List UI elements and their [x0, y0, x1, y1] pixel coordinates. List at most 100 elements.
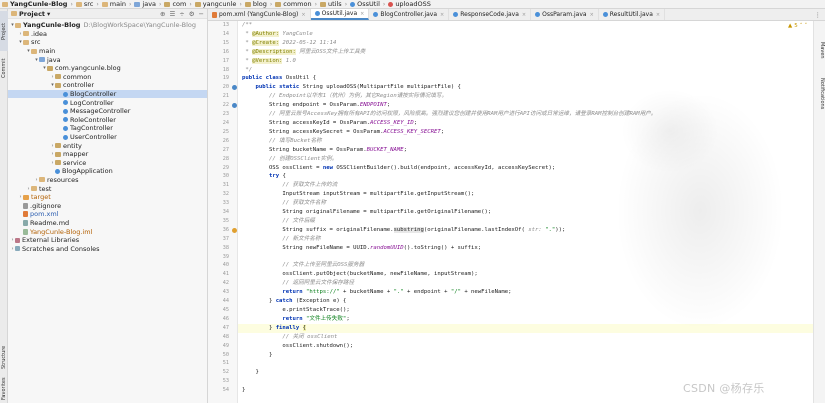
gutter-marker-icon[interactable]	[232, 227, 237, 233]
tab-resultutil-java[interactable]: ResultUtil.java ×	[599, 9, 666, 20]
breadcrumb-item-ossutil[interactable]: OssUtil	[348, 0, 382, 8]
close-icon[interactable]: ×	[360, 11, 364, 17]
tree-item-pom-xml[interactable]: pom.xml	[8, 210, 207, 219]
hide-icon[interactable]: −	[199, 10, 204, 18]
line-number: 30	[222, 173, 229, 180]
tree-item-entity[interactable]: › entity	[8, 141, 207, 150]
line-number: 32	[222, 191, 229, 198]
tree-item-main[interactable]: ▾ main	[8, 47, 207, 56]
class-icon	[314, 11, 320, 16]
md-icon	[23, 219, 28, 226]
code-token: ;	[403, 146, 408, 153]
tree-item-label: UserController	[70, 133, 117, 142]
line-number: 18	[222, 66, 229, 73]
cls-icon	[63, 125, 68, 131]
tree-item-com-yangcunle-blog[interactable]: ▾ com.yangcunle.blog	[8, 64, 207, 73]
line-number: 28	[222, 155, 229, 162]
close-icon[interactable]: ×	[522, 12, 526, 18]
tab-label: pom.xml (YangCunle-Blog)	[219, 11, 299, 18]
project-tool-tab[interactable]: Project	[0, 11, 8, 51]
tree-item-src[interactable]: ▾ src	[8, 38, 207, 47]
breadcrumb-item-blog[interactable]: blog	[243, 0, 269, 8]
tab-list-icon[interactable]: ⋮	[815, 11, 822, 19]
tree-item-gitignore[interactable]: .gitignore	[8, 201, 207, 210]
editor-gutter: 13 14 15 16 17 18 19 20 21 22 23 24 25 26 27 28 29 30 31 32…	[208, 21, 238, 403]
code-token: */	[242, 66, 253, 73]
tree-item-yangcunle-blog-iml[interactable]: YangCunle-Blog.iml	[8, 227, 207, 236]
gear-icon[interactable]: ⚙	[189, 10, 195, 18]
code-token: finally	[275, 324, 303, 331]
tree-item-resources[interactable]: › resources	[8, 176, 207, 185]
close-icon[interactable]: ×	[301, 12, 305, 18]
structure-tool-tab[interactable]: Structure	[0, 339, 8, 375]
breadcrumb-item-common[interactable]: common	[273, 0, 313, 8]
chevron-up-icon[interactable]: ˄	[800, 23, 803, 29]
tree-item-scratches-and-consoles[interactable]: › Scratches and Consoles	[8, 244, 207, 253]
breadcrumb-item-yangcunle-blog[interactable]: YangCunle-Blog	[0, 0, 69, 8]
code-token: String bucketName = OssParam.	[242, 146, 367, 153]
breadcrumb-item-utils[interactable]: utils	[318, 0, 344, 8]
tree-item-external-libraries[interactable]: › External Libraries	[8, 236, 207, 245]
tree-item-target[interactable]: › target	[8, 193, 207, 202]
close-icon[interactable]: ×	[656, 12, 660, 18]
tree-item-readme-md[interactable]: Readme.md	[8, 219, 207, 228]
tree-item-service[interactable]: › service	[8, 159, 207, 168]
favorites-tool-tab[interactable]: Favorites	[0, 375, 8, 403]
tab-pom-xml-yangcunle-blog[interactable]: pom.xml (YangCunle-Blog) ×	[208, 9, 311, 20]
commit-tool-tab[interactable]: Commit	[0, 53, 8, 83]
tree-item-test[interactable]: › test	[8, 184, 207, 193]
breadcrumb-item-com[interactable]: com	[162, 0, 188, 8]
code-token: e.printStackTrace();	[242, 307, 350, 313]
chevron-down-icon[interactable]: ˅	[804, 23, 807, 29]
project-panel-title[interactable]: Project	[19, 10, 45, 18]
breadcrumb-item-java[interactable]: java	[132, 0, 158, 8]
tree-item-logcontroller[interactable]: LogController	[8, 98, 207, 107]
tab-responsecode-java[interactable]: ResponseCode.java ×	[449, 9, 532, 20]
code-token: ossClient.putObject(bucketName, newFileN…	[242, 271, 478, 278]
line-number: 22	[208, 101, 237, 110]
folder-blue-icon	[134, 1, 141, 7]
line-number: 38	[222, 244, 229, 251]
code-token: 2022-05-12 11:14	[279, 39, 337, 46]
package-icon	[320, 1, 327, 7]
breadcrumb-item-uploadoss[interactable]: uploadOSS	[386, 0, 433, 8]
tree-item-label: Readme.md	[30, 218, 70, 227]
code-token: ;	[413, 119, 418, 126]
tree-item-blogcontroller[interactable]: BlogController	[8, 89, 207, 99]
tree-item-label: src	[31, 38, 41, 47]
expand-icon[interactable]: ÷	[179, 10, 184, 18]
left-tool-stripe: Project Commit Structure Favorites	[0, 9, 8, 403]
inspection-widget[interactable]: ▲ 5 ˄ ˅	[788, 23, 807, 29]
breadcrumb-item-main[interactable]: main	[100, 0, 128, 8]
breadcrumb-item-src[interactable]: src	[74, 0, 96, 8]
tab-ossutil-java[interactable]: OssUtil.java ×	[310, 9, 370, 20]
tree-item-yangcunle-blog[interactable]: ▾ YangCunle-Blog D:\BlogWorkSpace\YangCunl…	[8, 21, 207, 30]
tab-ossparam-java[interactable]: OssParam.java ×	[531, 9, 599, 20]
tree-item-blogapplication[interactable]: BlogApplication	[8, 167, 207, 176]
globe-icon[interactable]: ⊕	[160, 10, 165, 18]
breadcrumb-item-yangcunle[interactable]: yangcunle	[193, 0, 239, 8]
tab-blogcontroller-java[interactable]: BlogController.java ×	[369, 9, 450, 20]
notifications-tool-tab[interactable]: Notifications	[815, 69, 825, 119]
gutter-marker-icon[interactable]	[232, 103, 237, 109]
tree-item-rolecontroller[interactable]: RoleController	[8, 116, 207, 125]
close-icon[interactable]: ×	[440, 12, 444, 18]
close-icon[interactable]: ×	[590, 12, 594, 18]
tree-item-usercontroller[interactable]: UserController	[8, 133, 207, 142]
tree-item-messagecontroller[interactable]: MessageController	[8, 107, 207, 116]
collapse-all-icon[interactable]: ☰	[169, 10, 175, 18]
class-icon	[453, 12, 459, 17]
tree-item-controller[interactable]: ▾ controller	[8, 81, 207, 90]
tree-item-common[interactable]: › common	[8, 73, 207, 82]
code-token: "."	[393, 289, 404, 296]
maven-tool-tab[interactable]: Maven	[815, 35, 825, 65]
code-editor[interactable]: /** * @Author: YangCunle * @Create: 2022…	[238, 21, 813, 403]
tree-item-java[interactable]: ▾ java	[8, 55, 207, 64]
tree-item-idea[interactable]: › .idea	[8, 30, 207, 39]
chevron-down-icon[interactable]: ▾	[47, 10, 50, 18]
tree-item-tagcontroller[interactable]: TagController	[8, 124, 207, 133]
tree-item-mapper[interactable]: › mapper	[8, 150, 207, 159]
gutter-marker-icon[interactable]	[232, 85, 237, 91]
